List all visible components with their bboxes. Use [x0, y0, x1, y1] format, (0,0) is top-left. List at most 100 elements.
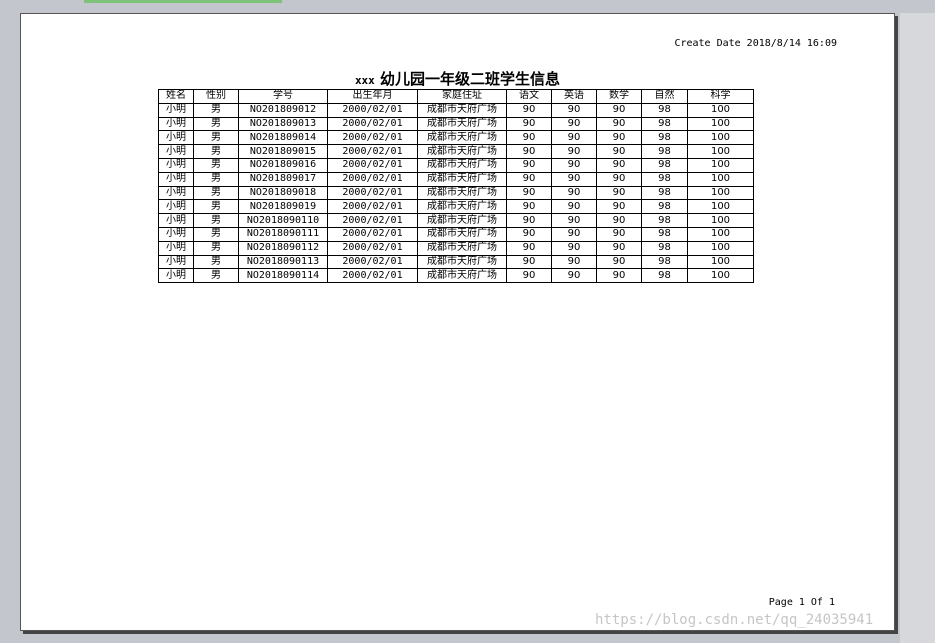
table-cell: 男 — [193, 199, 239, 215]
table-cell: 100 — [687, 130, 754, 146]
table-cell: 100 — [687, 171, 754, 187]
table-cell: 成都市天府广场 — [417, 157, 507, 173]
table-cell: 成都市天府广场 — [417, 130, 507, 146]
table-row: 小明男 NO2018090111 2000/02/01 成都市天府广场 90 90 90 98… — [158, 226, 754, 242]
table-cell: 100 — [687, 144, 754, 159]
table-cell: 100 — [687, 254, 754, 270]
table-cell: 90 — [506, 185, 552, 201]
table-cell: 成都市天府广场 — [417, 171, 507, 187]
table-cell: 成都市天府广场 — [417, 226, 507, 242]
table-cell: 90 — [596, 268, 642, 284]
table-cell: 98 — [641, 157, 688, 173]
table-cell: 成都市天府广场 — [417, 116, 507, 132]
table-cell: 100 — [687, 199, 754, 215]
table-cell: 小明 — [158, 254, 194, 270]
column-header: 出生年月 — [327, 89, 418, 104]
table-cell: 成都市天府广场 — [417, 185, 507, 201]
table-cell: 98 — [641, 171, 688, 187]
table-row: 小明男 NO201809012 2000/02/01 成都市天府广场 90 90 90 98 1… — [158, 102, 754, 118]
table-cell: 98 — [641, 268, 688, 284]
table-cell: 90 — [596, 171, 642, 187]
table-cell: 90 — [506, 157, 552, 173]
table-cell: NO201809016 — [238, 157, 328, 173]
title-prefix: xxx — [354, 74, 375, 87]
column-header: 姓名 — [158, 89, 194, 104]
table-row: 小明男 NO2018090110 2000/02/01 成都市天府广场 90 90 90 98… — [158, 213, 754, 228]
table-cell: 100 — [687, 213, 754, 228]
table-row: 小明男 NO201809019 2000/02/01 成都市天府广场 90 90 90 98 1… — [158, 199, 754, 215]
table-cell: NO2018090111 — [238, 226, 328, 242]
table-cell: 90 — [596, 199, 642, 215]
table-cell: NO201809014 — [238, 130, 328, 146]
table-cell: NO2018090114 — [238, 268, 328, 284]
table-cell: 90 — [551, 199, 597, 215]
column-header: 自然 — [641, 89, 688, 104]
table-cell: 98 — [641, 240, 688, 256]
table-cell: 90 — [506, 199, 552, 215]
table-cell: 小明 — [158, 226, 194, 242]
table-cell: 100 — [687, 157, 754, 173]
table-cell: 90 — [596, 185, 642, 201]
table-cell: 100 — [687, 102, 754, 118]
title-main: 幼儿园一年级二班学生信息 — [380, 70, 561, 88]
table-cell: 小明 — [158, 199, 194, 215]
table-cell: 小明 — [158, 102, 194, 118]
table-cell: 男 — [193, 171, 239, 187]
table-cell: 成都市天府广场 — [417, 268, 507, 284]
table-cell: 男 — [193, 213, 239, 228]
table-cell: 90 — [596, 102, 642, 118]
table-cell: 90 — [596, 240, 642, 256]
table-cell: 90 — [551, 185, 597, 201]
table-cell: 100 — [687, 185, 754, 201]
scroll-area[interactable] — [900, 13, 935, 643]
table-row: 小明男 NO201809016 2000/02/01 成都市天府广场 90 90 90 98 1… — [158, 157, 754, 173]
table-cell: 90 — [596, 116, 642, 132]
report-title: xxx 幼儿园一年级二班学生信息 — [21, 68, 894, 89]
column-header: 家庭住址 — [417, 89, 507, 104]
table-cell: NO201809013 — [238, 116, 328, 132]
table-cell: 90 — [506, 213, 552, 228]
table-cell: 90 — [506, 254, 552, 270]
table-cell: NO201809015 — [238, 144, 328, 159]
table-cell: 98 — [641, 102, 688, 118]
table-cell: 成都市天府广场 — [417, 240, 507, 256]
table-cell: 98 — [641, 226, 688, 242]
table-cell: 小明 — [158, 130, 194, 146]
table-cell: 90 — [551, 116, 597, 132]
page-number: Page 1 Of 1 — [768, 597, 835, 608]
table-cell: 成都市天府广场 — [417, 102, 507, 118]
table-cell: 男 — [193, 144, 239, 159]
table-cell: 成都市天府广场 — [417, 254, 507, 270]
table-cell: 小明 — [158, 116, 194, 132]
table-cell: 男 — [193, 102, 239, 118]
table-cell: 2000/02/01 — [327, 171, 418, 187]
table-cell: 小明 — [158, 144, 194, 159]
table-cell: 100 — [687, 240, 754, 256]
table-cell: 90 — [551, 254, 597, 270]
table-cell: NO201809018 — [238, 185, 328, 201]
table-cell: 90 — [596, 157, 642, 173]
table-cell: 90 — [596, 144, 642, 159]
watermark-url: https://blog.csdn.net/qq_24035941 — [595, 612, 874, 628]
table-cell: NO2018090110 — [238, 213, 328, 228]
table-cell: 小明 — [158, 171, 194, 187]
table-cell: 2000/02/01 — [327, 130, 418, 146]
table-cell: 90 — [506, 240, 552, 256]
table-cell: 90 — [551, 226, 597, 242]
table-cell: NO2018090113 — [238, 254, 328, 270]
column-header: 性别 — [193, 89, 239, 104]
column-header: 科学 — [687, 89, 754, 104]
table-cell: 98 — [641, 213, 688, 228]
table-cell: 90 — [596, 254, 642, 270]
table-cell: 小明 — [158, 185, 194, 201]
table-cell: 98 — [641, 185, 688, 201]
table-row: 小明男 NO2018090112 2000/02/01 成都市天府广场 90 90 90 98… — [158, 240, 754, 256]
table-cell: 100 — [687, 226, 754, 242]
column-header: 数学 — [596, 89, 642, 104]
table-cell: 90 — [506, 102, 552, 118]
table-cell: 2000/02/01 — [327, 157, 418, 173]
table-cell: 男 — [193, 268, 239, 284]
table-cell: 男 — [193, 116, 239, 132]
table-cell: 男 — [193, 226, 239, 242]
table-row: 小明男 NO201809013 2000/02/01 成都市天府广场 90 90 90 98 1… — [158, 116, 754, 132]
